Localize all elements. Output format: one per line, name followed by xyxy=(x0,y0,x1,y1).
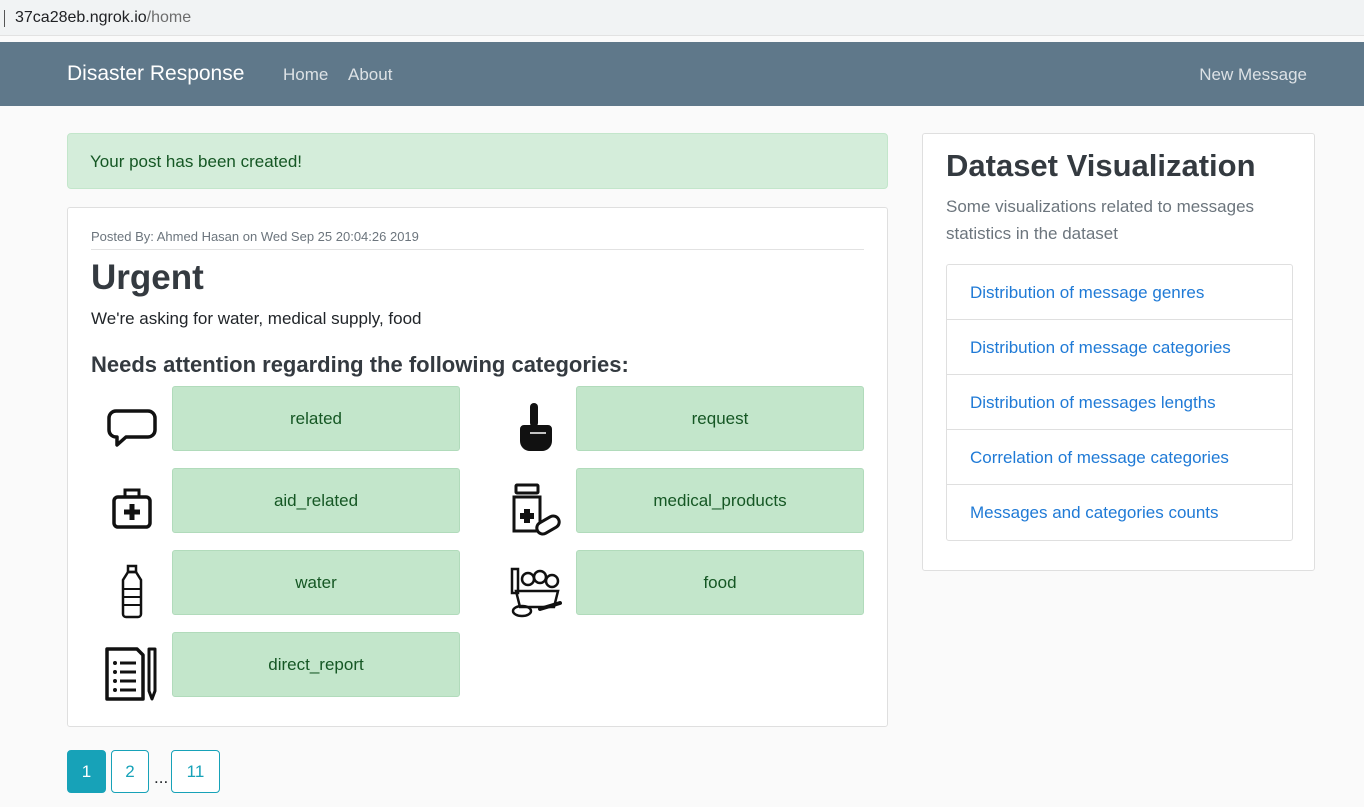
link-categories-correlation[interactable]: Correlation of message categories xyxy=(947,430,1292,485)
post-title: Urgent xyxy=(91,258,204,297)
report-document-pencil-icon xyxy=(104,645,160,701)
category-water[interactable]: water xyxy=(172,550,460,615)
page-11-button[interactable]: 11 xyxy=(171,750,220,793)
url-text[interactable]: 37ca28eb.ngrok.io/home xyxy=(15,9,191,27)
post-body: We're asking for water, medical supply, … xyxy=(91,309,422,328)
link-genres-distribution[interactable]: Distribution of message genres xyxy=(947,265,1292,320)
category-food[interactable]: food xyxy=(576,550,864,615)
url-host: 37ca28eb.ngrok.io xyxy=(15,9,147,26)
category-aid-related[interactable]: aid_related xyxy=(172,468,460,533)
sidebar-description: Some visualizations related to messages … xyxy=(946,197,1255,243)
brand-link[interactable]: Disaster Response xyxy=(67,62,244,86)
groceries-icon xyxy=(508,563,564,619)
category-direct-report[interactable]: direct_report xyxy=(172,632,460,697)
post-card: Posted By: Ahmed Hasan on Wed Sep 25 20:… xyxy=(67,207,888,727)
first-aid-kit-icon xyxy=(104,481,160,537)
visualization-link-list: Distribution of message genres Distribut… xyxy=(946,264,1293,541)
nav-home-link[interactable]: Home xyxy=(283,65,328,85)
page-2-button[interactable]: 2 xyxy=(111,750,149,793)
link-categories-distribution[interactable]: Distribution of message categories xyxy=(947,320,1292,375)
page-1-button[interactable]: 1 xyxy=(67,750,106,793)
new-message-link[interactable]: New Message xyxy=(1199,65,1307,85)
success-alert: Your post has been created! xyxy=(67,133,888,189)
link-messages-categories-counts[interactable]: Messages and categories counts xyxy=(947,485,1292,540)
alert-text: Your post has been created! xyxy=(90,152,303,171)
sidebar-title: Dataset Visualization xyxy=(946,148,1256,183)
pagination-ellipsis: ... xyxy=(154,768,169,787)
navbar: Disaster Response Home About New Message xyxy=(0,42,1364,106)
nav-about-link[interactable]: About xyxy=(348,65,392,85)
speech-bubble-icon xyxy=(104,399,160,455)
medicine-bottle-pills-icon xyxy=(508,481,564,537)
category-request[interactable]: request xyxy=(576,386,864,451)
category-related[interactable]: related xyxy=(172,386,460,451)
text-caret xyxy=(4,10,5,27)
url-path: /home xyxy=(146,9,192,26)
browser-address-bar[interactable]: 37ca28eb.ngrok.io/home xyxy=(0,0,1364,36)
water-bottle-icon xyxy=(104,563,160,619)
categories-heading: Needs attention regarding the following … xyxy=(91,352,629,377)
link-lengths-distribution[interactable]: Distribution of messages lengths xyxy=(947,375,1292,430)
post-meta: Posted By: Ahmed Hasan on Wed Sep 25 20:… xyxy=(91,229,864,250)
category-medical-products[interactable]: medical_products xyxy=(576,468,864,533)
raised-finger-icon xyxy=(508,399,564,455)
dataset-visualization-card: Dataset Visualization Some visualization… xyxy=(922,133,1315,571)
